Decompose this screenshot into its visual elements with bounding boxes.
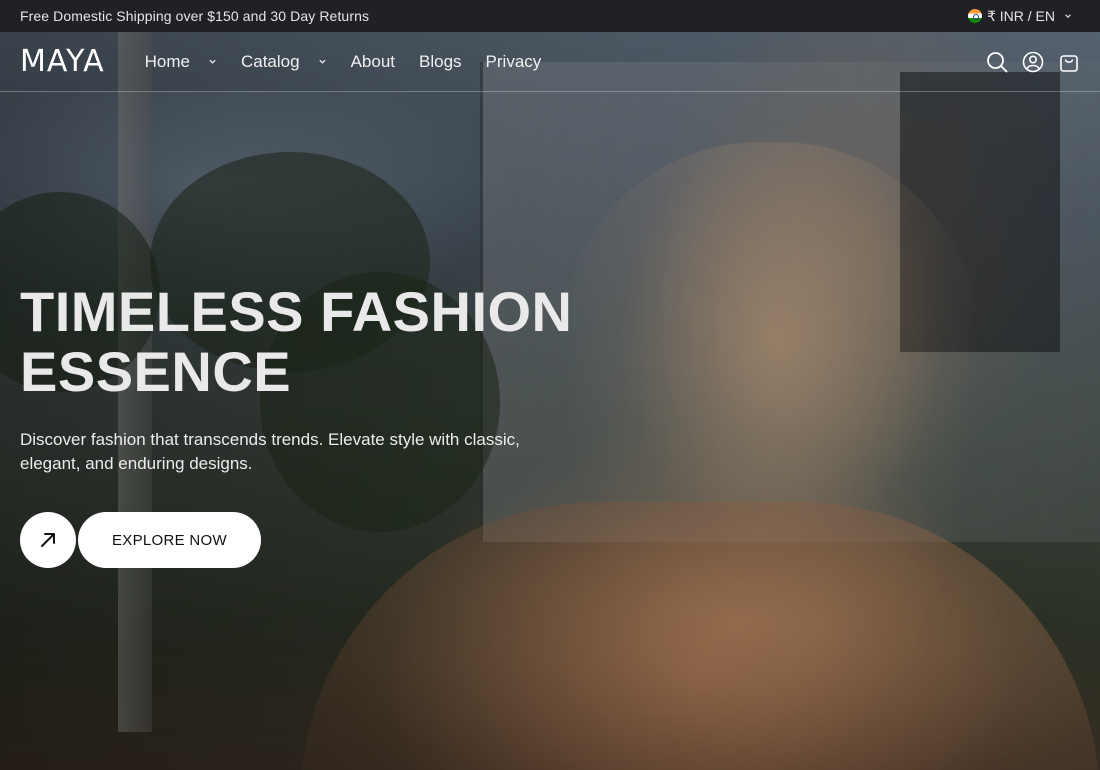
cart-icon[interactable]	[1058, 51, 1080, 73]
hero-title-line: TIMELESS FASHION	[20, 280, 573, 343]
nav-item-about[interactable]: About	[351, 52, 395, 72]
nav-item-privacy[interactable]: Privacy	[486, 52, 542, 72]
hero-title: TIMELESS FASHION ESSENCE	[20, 282, 580, 402]
logo[interactable]: MAYA	[20, 44, 105, 79]
site-header: MAYA Home Catalog About Blogs Privacy	[0, 32, 1100, 92]
announcement-bar: Free Domestic Shipping over $150 and 30 …	[0, 0, 1100, 32]
locale-selector[interactable]: ₹ INR / EN	[967, 7, 1080, 25]
nav-item-label: Home	[144, 51, 190, 71]
arrow-up-right-icon[interactable]	[20, 512, 76, 568]
nav-item-label: Privacy	[485, 51, 542, 71]
hero-cta: EXPLORE NOW	[20, 512, 580, 568]
nav-item-catalog[interactable]: Catalog	[241, 52, 327, 72]
nav-item-home[interactable]: Home	[145, 52, 217, 72]
main-nav: Home Catalog About Blogs Privacy	[145, 52, 542, 72]
hero-title-line: ESSENCE	[20, 340, 292, 403]
india-flag-icon	[967, 9, 982, 23]
nav-item-label: Catalog	[240, 51, 300, 71]
chevron-down-icon	[209, 59, 216, 64]
chevron-down-icon	[318, 59, 326, 64]
nav-item-blogs[interactable]: Blogs	[419, 52, 462, 72]
search-icon[interactable]	[986, 51, 1008, 73]
explore-now-button[interactable]: EXPLORE NOW	[78, 512, 261, 568]
header-actions	[986, 51, 1080, 73]
chevron-down-icon	[1065, 14, 1071, 18]
hero-content: TIMELESS FASHION ESSENCE Discover fashio…	[20, 282, 580, 568]
nav-item-label: About	[350, 51, 396, 71]
announcement-text: Free Domestic Shipping over $150 and 30 …	[20, 8, 370, 24]
hero-subtitle: Discover fashion that transcends trends.…	[20, 430, 520, 473]
account-icon[interactable]	[1022, 51, 1044, 73]
locale-label: ₹ INR / EN	[986, 7, 1055, 24]
nav-item-label: Blogs	[419, 51, 462, 71]
